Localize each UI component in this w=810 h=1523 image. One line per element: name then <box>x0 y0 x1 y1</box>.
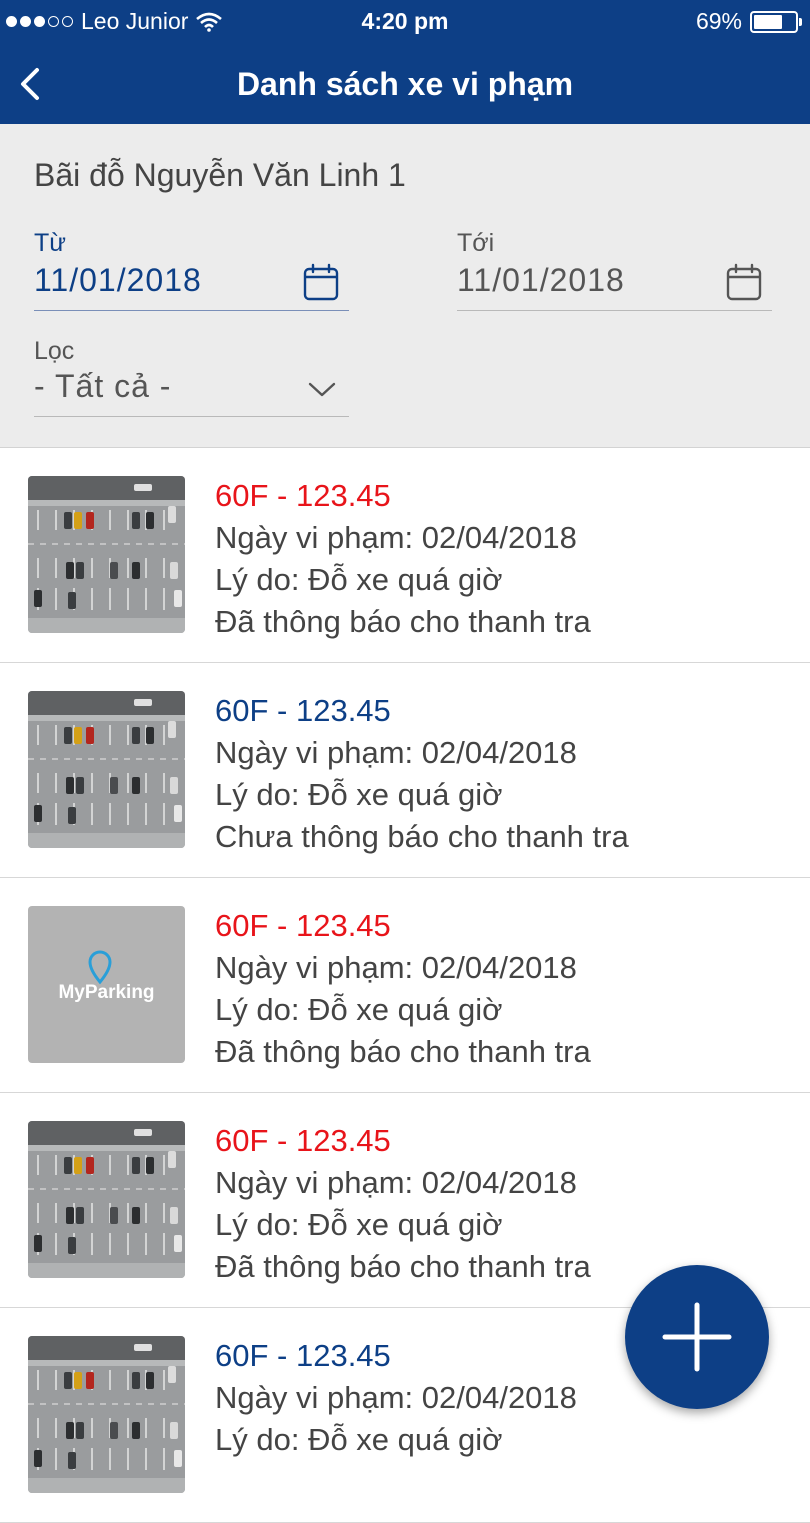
plus-icon <box>662 1302 732 1372</box>
violation-date: Ngày vi phạm: 02/04/2018 <box>215 1380 577 1415</box>
plate-number: 60F - 123.45 <box>215 1123 391 1158</box>
battery-percent: 69% <box>695 8 742 34</box>
myparking-logo: MyParking <box>28 906 185 1063</box>
violation-item[interactable]: 60F - 123.45 Ngày vi phạm: 02/04/2018 Lý d… <box>0 663 810 878</box>
filter-label: Lọc <box>34 337 75 365</box>
vehicle-photo <box>28 476 185 633</box>
from-date-field[interactable]: Từ 11/01/2018 <box>34 229 349 311</box>
notification-status: Chưa thông báo cho thanh tra <box>215 819 629 854</box>
violation-details: 60F - 123.45 Ngày vi phạm: 02/04/2018 Lý d… <box>215 475 591 643</box>
filter-select[interactable]: Lọc - Tất cả - <box>34 337 349 417</box>
page-title: Danh sách xe vi phạm <box>236 66 574 102</box>
violation-reason: Lý do: Đỗ xe quá giờ <box>215 1422 503 1457</box>
violation-reason: Lý do: Đỗ xe quá giờ <box>215 1207 503 1242</box>
to-date-field[interactable]: Tới 11/01/2018 <box>457 229 772 311</box>
calendar-icon[interactable] <box>726 263 762 301</box>
violation-date: Ngày vi phạm: 02/04/2018 <box>215 520 577 555</box>
add-violation-button[interactable] <box>625 1265 769 1409</box>
violation-reason: Lý do: Đỗ xe quá giờ <box>215 992 503 1027</box>
violation-details: 60F - 123.45 Ngày vi phạm: 02/04/2018 Lý d… <box>215 1120 591 1288</box>
filter-panel: Bãi đỗ Nguyễn Văn Linh 1 Từ 11/01/2018 T… <box>0 124 810 448</box>
vehicle-photo <box>28 1121 185 1278</box>
plate-number: 60F - 123.45 <box>215 908 391 943</box>
to-date-label: Tới <box>457 229 495 257</box>
nav-bar: Danh sách xe vi phạm <box>0 44 810 124</box>
vehicle-photo <box>28 1336 185 1493</box>
violation-item[interactable]: 60F - 123.45 Ngày vi phạm: 02/04/2018 Lý d… <box>0 448 810 663</box>
calendar-icon[interactable] <box>303 263 339 301</box>
filter-value[interactable]: - Tất cả - <box>34 368 171 405</box>
violation-date: Ngày vi phạm: 02/04/2018 <box>215 735 577 770</box>
parking-lot-name: Bãi đỗ Nguyễn Văn Linh 1 <box>34 157 406 193</box>
chevron-down-icon[interactable] <box>307 379 337 399</box>
to-date-value[interactable]: 11/01/2018 <box>457 262 625 299</box>
plate-number: 60F - 123.45 <box>215 1338 391 1373</box>
notification-status: Đã thông báo cho thanh tra <box>215 1034 591 1069</box>
violation-details: 60F - 123.45 Ngày vi phạm: 02/04/2018 Lý d… <box>215 905 591 1073</box>
violation-details: 60F - 123.45 Ngày vi phạm: 02/04/2018 Lý d… <box>215 690 629 858</box>
battery-icon <box>750 10 802 33</box>
logo-text: MyParking <box>58 982 155 1003</box>
notification-status: Đã thông báo cho thanh tra <box>215 1249 591 1284</box>
status-bar: Leo Junior 4:20 pm 69% <box>0 0 810 44</box>
violation-reason: Lý do: Đỗ xe quá giờ <box>215 562 503 597</box>
violation-reason: Lý do: Đỗ xe quá giờ <box>215 777 503 812</box>
violation-item[interactable]: MyParking 60F - 123.45 Ngày vi phạm: 02/04… <box>0 878 810 1093</box>
from-date-value[interactable]: 11/01/2018 <box>34 262 202 299</box>
violation-date: Ngày vi phạm: 02/04/2018 <box>215 950 577 985</box>
plate-number: 60F - 123.45 <box>215 693 391 728</box>
notification-status: Đã thông báo cho thanh tra <box>215 604 591 639</box>
from-date-label: Từ <box>34 229 67 257</box>
violation-details: 60F - 123.45 Ngày vi phạm: 02/04/2018 Lý d… <box>215 1335 577 1461</box>
vehicle-photo <box>28 691 185 848</box>
plate-number: 60F - 123.45 <box>215 478 391 513</box>
violation-date: Ngày vi phạm: 02/04/2018 <box>215 1165 577 1200</box>
status-time: 4:20 pm <box>361 8 449 34</box>
app-header: Leo Junior 4:20 pm 69% Danh sách xe vi p… <box>0 0 810 124</box>
